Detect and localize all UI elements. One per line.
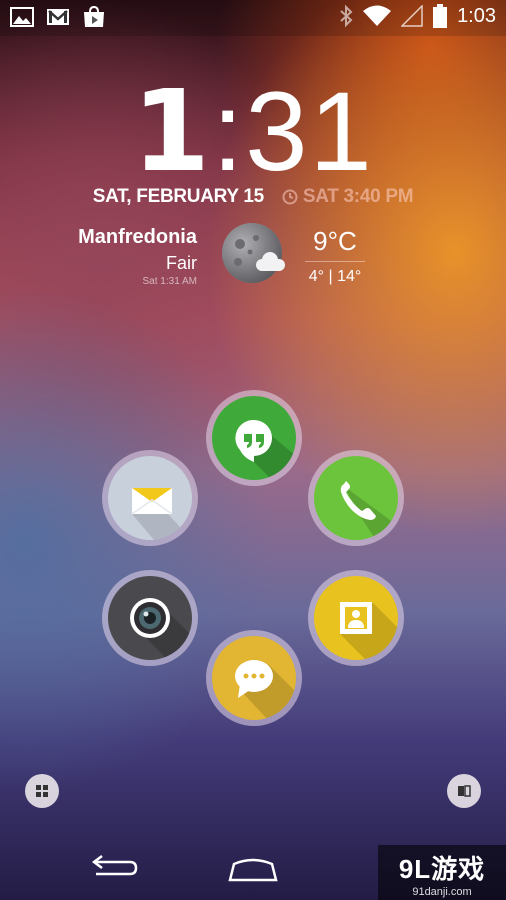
- camera-icon: [130, 598, 170, 638]
- signal-icon: [401, 5, 423, 27]
- home-icon[interactable]: [226, 852, 280, 882]
- lockscreen-clock: 1:31: [0, 69, 506, 194]
- battery-icon: [433, 4, 448, 28]
- app-phone[interactable]: [308, 450, 404, 546]
- app-drawer-button[interactable]: [25, 774, 59, 808]
- app-gallery[interactable]: [308, 570, 404, 666]
- hangouts-icon: [235, 419, 273, 462]
- app-camera[interactable]: [102, 570, 198, 666]
- temp-divider: [305, 261, 365, 262]
- weather-temperature: 9°C: [313, 226, 357, 256]
- date-row: SAT, FEBRUARY 15 SAT 3:40 PM: [0, 186, 506, 208]
- weather-condition: Fair: [166, 253, 197, 273]
- watermark-title: 9L游戏: [398, 854, 486, 884]
- clock-minutes: 31: [245, 69, 374, 194]
- wifi-icon: [363, 5, 392, 26]
- clock-hour: 1: [132, 67, 213, 197]
- app-messaging[interactable]: [206, 630, 302, 726]
- watermark-url: 91danji.com: [412, 886, 472, 898]
- weather-updated: Sat 1:31 AM: [142, 276, 197, 287]
- message-icon: [235, 660, 273, 698]
- status-bar: 1:03: [0, 0, 506, 36]
- widget-icon: [458, 785, 471, 797]
- status-time: 1:03: [457, 4, 496, 27]
- gallery-icon: [10, 7, 34, 27]
- photo-icon: [340, 602, 372, 634]
- alarm-time: SAT 3:40 PM: [302, 186, 414, 207]
- next-alarm[interactable]: SAT 3:40 PM: [281, 186, 414, 207]
- weather-range: 4° | 14°: [308, 268, 362, 285]
- gmail-icon: [47, 9, 69, 25]
- moon-cloud-icon[interactable]: [220, 222, 290, 284]
- bluetooth-icon: [340, 4, 353, 28]
- app-email[interactable]: [102, 450, 198, 546]
- app-hangouts[interactable]: [206, 390, 302, 486]
- weather-location[interactable]: Manfredonia Fair Sat 1:31 AM: [78, 226, 197, 287]
- watermark-badge: 9L游戏 91danji.com: [378, 845, 506, 900]
- weather-city: Manfredonia: [78, 226, 197, 248]
- weather-temps[interactable]: 9°C 4° | 14°: [305, 226, 365, 286]
- grid-icon: [36, 785, 48, 797]
- clock-separator: :: [212, 69, 246, 194]
- back-icon[interactable]: [86, 852, 140, 882]
- play-store-icon: [84, 6, 104, 27]
- alarm-clock-icon: [282, 189, 298, 205]
- email-icon: [131, 488, 173, 515]
- date-text: SAT, FEBRUARY 15: [92, 186, 264, 207]
- widgets-button[interactable]: [447, 774, 481, 808]
- phone-icon: [340, 481, 376, 520]
